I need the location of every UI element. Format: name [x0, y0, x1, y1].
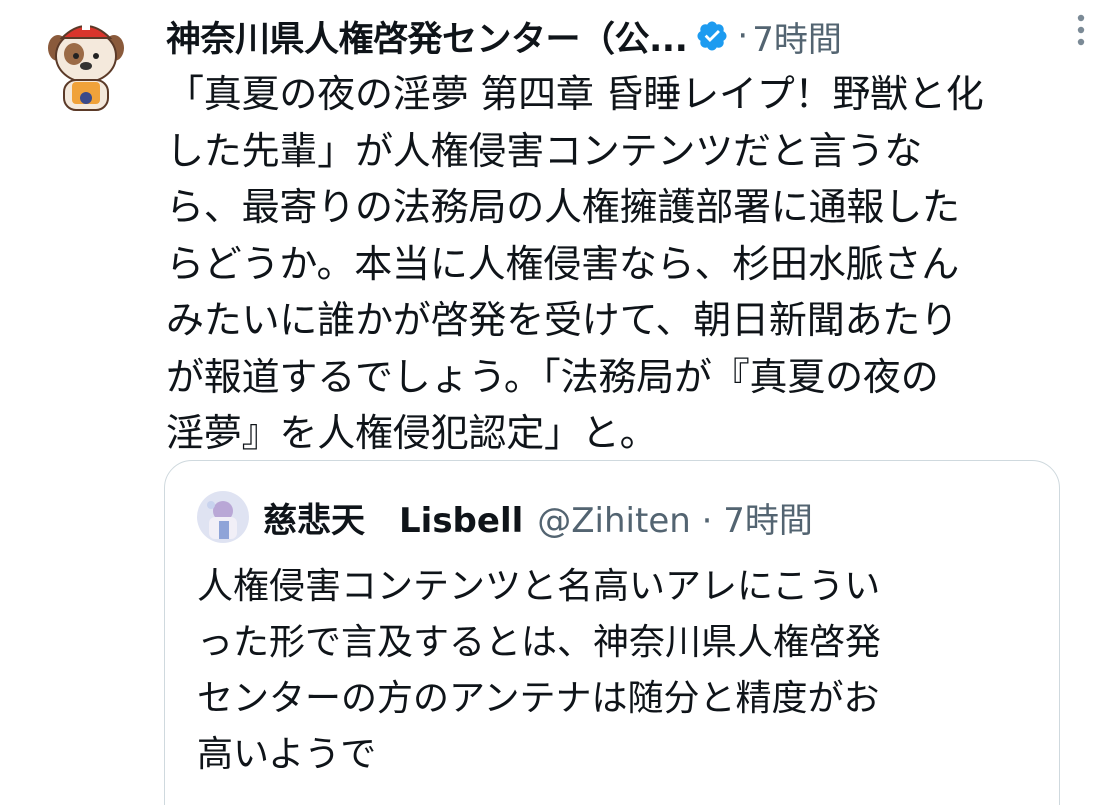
quoted-body-line: センターの方のアンテナは随分と精度がお [197, 678, 880, 719]
author-avatar[interactable] [44, 16, 128, 120]
quoted-tweet-body: 人権侵害コンテンツと名高いアレにこうい った形で言及するとは、神奈川県人権啓発 … [197, 559, 1037, 783]
tweet-body-line: らどうか。本当に人権侵害なら、杉田水脈さん [166, 241, 960, 286]
verified-badge-icon [695, 19, 729, 53]
quoted-author-handle-time: @Zihiten · 7時間 [537, 500, 813, 541]
tweet-body-line: みたいに誰かが啓発を受けて、朝日新聞あたり [166, 298, 958, 342]
tweet-header: 神奈川県人権啓発センター（公... · 7時間 [166, 10, 1074, 62]
tweet-body-line: した先輩」が人権侵害コンテンツだと言うな [166, 128, 923, 173]
tweet-timestamp[interactable]: 7時間 [752, 12, 842, 61]
quoted-body-line: 高いようで [197, 734, 377, 775]
tweet-body-line: が報道するでしょう。「法務局が『真夏の夜の [166, 354, 939, 399]
quoted-author-display-name[interactable]: 慈悲天 Lisbell [263, 493, 523, 542]
quoted-tweet[interactable]: 慈悲天 Lisbell @Zihiten · 7時間 人権侵害コンテンツと名高い… [164, 460, 1060, 805]
tweet[interactable]: 神奈川県人権啓発センター（公... · 7時間 「真夏の夜の淫夢 第四章 昏睡レ… [0, 0, 1096, 805]
more-vertical-icon[interactable] [1066, 10, 1096, 46]
quoted-body-line: 人権侵害コンテンツと名高いアレにこうい [197, 566, 881, 607]
tweet-body-line: 淫夢』を人権侵犯認定」と。 [166, 411, 658, 455]
author-display-name[interactable]: 神奈川県人権啓発センター（公... [166, 11, 688, 62]
header-separator: · [737, 16, 749, 56]
quoted-tweet-header: 慈悲天 Lisbell @Zihiten · 7時間 [197, 489, 813, 545]
tweet-body-line: ら、最寄りの法務局の人権擁護部署に通報した [166, 185, 960, 229]
quoted-author-avatar[interactable] [197, 491, 249, 543]
quoted-body-line: った形で言及するとは、神奈川県人権啓発 [197, 622, 882, 663]
tweet-body: 「真夏の夜の淫夢 第四章 昏睡レイプ！野獣と化 した先輩」が人権侵害コンテンツだ… [166, 66, 1066, 462]
tweet-body-line: 「真夏の夜の淫夢 第四章 昏睡レイプ！野獣と化 [166, 72, 984, 116]
